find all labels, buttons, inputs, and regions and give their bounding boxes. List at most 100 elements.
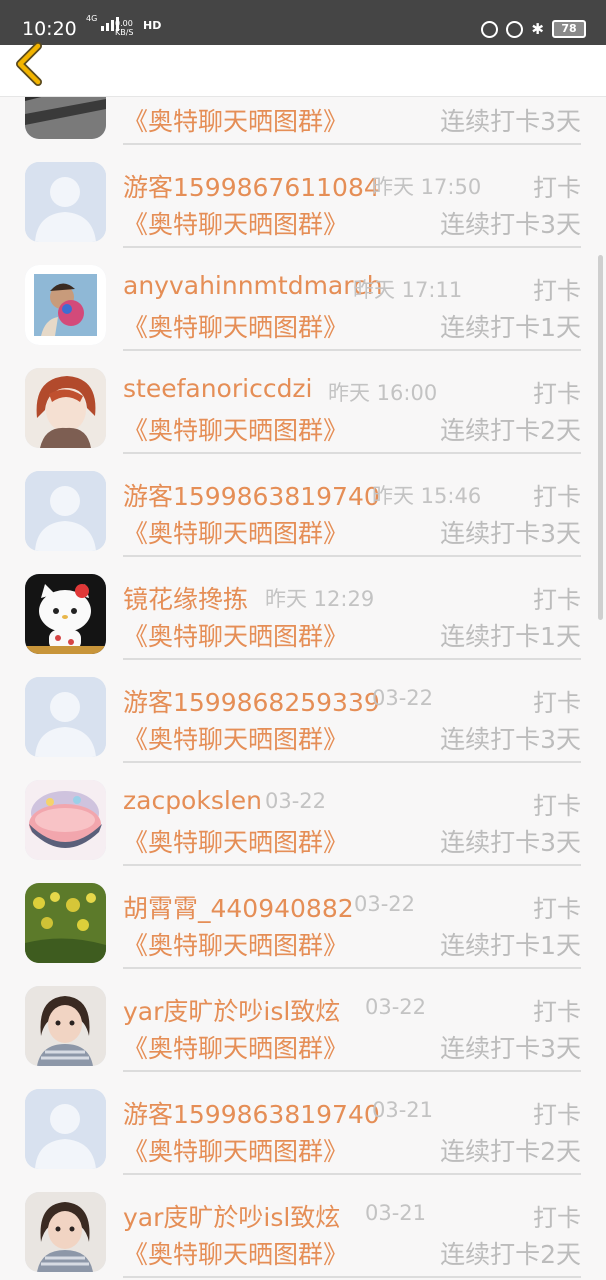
hd-badge: HD	[143, 19, 162, 32]
checkin-label: 打卡	[533, 277, 581, 305]
avatar[interactable]	[25, 265, 106, 345]
streak-count: 连续打卡1天	[440, 622, 581, 651]
back-button[interactable]	[10, 42, 50, 87]
streak-count: 连续打卡1天	[440, 931, 581, 960]
user-name[interactable]: yar庋旷於吵isl致炫	[123, 992, 340, 1028]
row-header: 游客1599863819740 昨天 15:46 打卡	[123, 475, 581, 515]
user-name[interactable]: steefanoriccdzi	[123, 374, 313, 403]
speed-unit: KB/S	[115, 28, 134, 37]
list-item[interactable]: 游客1599863819740 03-21 打卡《奥特聊天晒图群》 连续打卡2天	[0, 1075, 606, 1177]
list-item[interactable]: yar庋旷於吵isl致炫 03-22 打卡 《奥特聊天晒图群》 连续打卡3天	[0, 972, 606, 1074]
battery-icon: 78	[552, 20, 586, 38]
row-divider	[123, 1276, 581, 1278]
checkin-time: 03-22	[354, 892, 416, 916]
group-name[interactable]: 《奥特聊天晒图群》	[123, 823, 348, 859]
row-header: yar庋旷於吵isl致炫 03-22 打卡	[123, 990, 581, 1030]
avatar[interactable]	[25, 471, 106, 551]
checkin-label: 打卡	[533, 1101, 581, 1129]
checkin-time: 昨天 17:11	[353, 278, 463, 302]
speed-value: 0.00	[115, 19, 133, 28]
streak-count: 连续打卡3天	[440, 1034, 581, 1063]
group-name[interactable]: 《奥特聊天晒图群》	[123, 617, 348, 653]
avatar[interactable]	[25, 780, 106, 860]
avatar[interactable]	[25, 574, 106, 654]
list-item[interactable]: 游客1599867611084 昨天 17:50 打卡《奥特聊天晒图群》 连续打卡3天	[0, 148, 606, 250]
row-divider	[123, 143, 581, 145]
streak-count: 连续打卡2天	[440, 1137, 581, 1166]
list-item[interactable]: 游客1599863819740 昨天 15:46 打卡 《奥特聊天晒图群》 连续打卡3天	[0, 457, 606, 559]
list-item[interactable]: yar庋旷於吵isl致炫 03-21 打卡 《奥特聊天晒图群》 连续打卡2天	[0, 1178, 606, 1280]
bluetooth-icon: ✱	[531, 20, 544, 38]
checkin-label: 打卡	[533, 586, 581, 614]
list-item[interactable]: 镜花缘搀拣 昨天 12:29 打卡 《奥特聊天晒图群》 连续打卡1天	[0, 560, 606, 662]
row-divider	[123, 555, 581, 557]
row-divider	[123, 1173, 581, 1175]
user-name[interactable]: 游客1599867611084	[123, 168, 380, 204]
checkin-time: 03-21	[372, 1098, 434, 1122]
list-item[interactable]: anyvahinnmtdmarch 昨天 17:11 打卡 《奥特聊天晒图群》 连续打卡…	[0, 251, 606, 353]
checkin-label: 打卡	[533, 483, 581, 511]
checkin-label: 打卡	[533, 689, 581, 717]
avatar[interactable]	[25, 986, 106, 1066]
group-name[interactable]: 《奥特聊天晒图群》	[123, 720, 348, 756]
user-name[interactable]: zacpokslen	[123, 786, 262, 815]
user-name[interactable]: yar庋旷於吵isl致炫	[123, 1198, 340, 1234]
alarm-icon	[506, 20, 524, 38]
checkin-label: 打卡	[533, 1204, 581, 1232]
user-name[interactable]: 游客1599863819740	[123, 477, 380, 513]
row-divider	[123, 967, 581, 969]
scrollbar[interactable]	[598, 255, 603, 620]
row-header: zacpokslen 03-22 打卡	[123, 784, 581, 824]
checkin-list[interactable]: 《奥特聊天晒图群》 连续打卡3天 游客1599867611084 昨天 17:50 打卡…	[0, 97, 606, 1280]
list-item[interactable]: steefanoriccdzi 昨天 16:00 打卡 《奥特聊天晒图群》 连续打卡2天	[0, 354, 606, 456]
user-name[interactable]: 游客1599863819740	[123, 1095, 380, 1131]
row-header: 游客1599867611084 昨天 17:50 打卡	[123, 166, 581, 206]
avatar[interactable]	[25, 1089, 106, 1169]
group-name[interactable]: 《奥特聊天晒图群》	[123, 308, 348, 344]
avatar[interactable]	[25, 368, 106, 448]
checkin-label: 打卡	[533, 895, 581, 923]
checkin-time: 03-22	[265, 789, 327, 813]
user-name[interactable]: anyvahinnmtdmarch	[123, 271, 383, 300]
list-item[interactable]: 《奥特聊天晒图群》 连续打卡3天	[0, 97, 606, 147]
row-divider	[123, 246, 581, 248]
group-name[interactable]: 《奥特聊天晒图群》	[123, 1235, 348, 1271]
row-header: 游客1599868259339 03-22 打卡	[123, 681, 581, 721]
checkin-label: 打卡	[533, 380, 581, 408]
checkin-label: 打卡	[533, 174, 581, 202]
group-name[interactable]: 《奥特聊天晒图群》	[123, 102, 348, 138]
user-name[interactable]: 胡霄霄_440940882	[123, 889, 354, 925]
group-name[interactable]: 《奥特聊天晒图群》	[123, 205, 348, 241]
avatar[interactable]	[25, 1192, 106, 1272]
avatar[interactable]	[25, 677, 106, 757]
avatar[interactable]	[25, 883, 106, 963]
row-header: yar庋旷於吵isl致炫 03-21 打卡	[123, 1196, 581, 1236]
chevron-left-icon	[16, 42, 42, 86]
row-divider	[123, 1070, 581, 1072]
user-name[interactable]: 镜花缘搀拣	[123, 580, 248, 616]
group-name[interactable]: 《奥特聊天晒图群》	[123, 1029, 348, 1065]
row-divider	[123, 452, 581, 454]
list-item[interactable]: 游客1599868259339 03-22 打卡 《奥特聊天晒图群》 连续打卡3天	[0, 663, 606, 765]
user-name[interactable]: 游客1599868259339	[123, 683, 380, 719]
checkin-time: 03-22	[365, 995, 427, 1019]
header-bar	[0, 42, 606, 97]
group-name[interactable]: 《奥特聊天晒图群》	[123, 926, 348, 962]
row-header: 游客1599863819740 03-21 打卡	[123, 1093, 581, 1133]
list-item[interactable]: zacpokslen 03-22 打卡 《奥特聊天晒图群》 连续打卡3天	[0, 766, 606, 868]
streak-count: 连续打卡2天	[440, 416, 581, 445]
checkin-time: 昨天 17:50	[372, 175, 482, 199]
row-header: 胡霄霄_440940882 03-22 打卡	[123, 887, 581, 927]
avatar[interactable]	[25, 162, 106, 242]
group-name[interactable]: 《奥特聊天晒图群》	[123, 411, 348, 447]
list-item[interactable]: 胡霄霄_440940882 03-22 打卡《奥特聊天晒图群》 连续打卡1天	[0, 869, 606, 971]
streak-count: 连续打卡3天	[440, 519, 581, 548]
checkin-time: 03-21	[365, 1201, 427, 1225]
group-name[interactable]: 《奥特聊天晒图群》	[123, 1132, 348, 1168]
row-divider	[123, 658, 581, 660]
streak-count: 连续打卡3天	[440, 210, 581, 239]
group-name[interactable]: 《奥特聊天晒图群》	[123, 514, 348, 550]
avatar[interactable]	[25, 97, 106, 139]
checkin-time: 03-22	[372, 686, 434, 710]
row-header: steefanoriccdzi 昨天 16:00 打卡	[123, 372, 581, 412]
